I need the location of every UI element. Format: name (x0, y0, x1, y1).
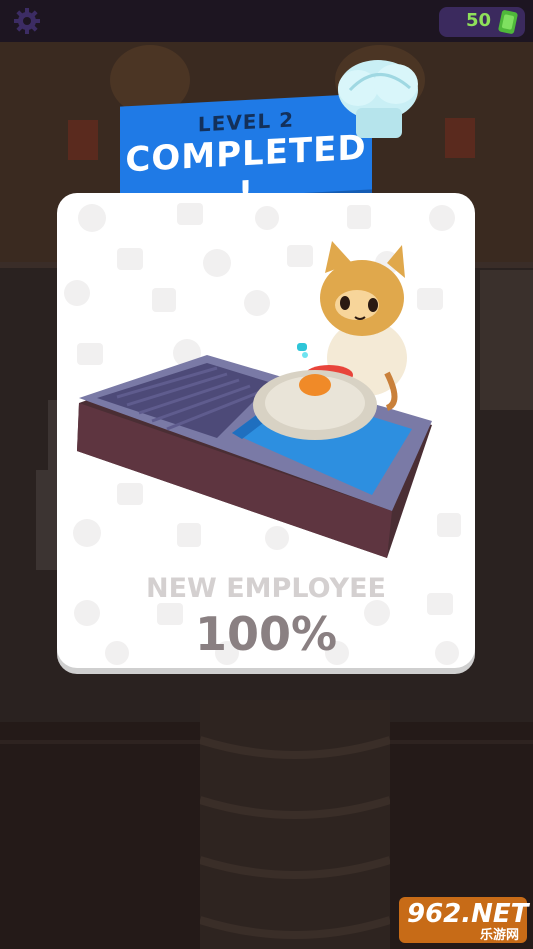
chef-hat-icon (338, 60, 418, 138)
floor-decoration (200, 700, 390, 949)
site-watermark: 962.NET 乐游网 (399, 897, 528, 943)
reward-card: NEW EMPLOYEE 100% (57, 193, 475, 668)
top-bar: 50 (0, 0, 533, 42)
employee-illustration (77, 241, 432, 558)
currency-value: 50 (465, 10, 491, 31)
employee-progress-percent: 100% (194, 607, 338, 661)
new-employee-label: NEW EMPLOYEE (146, 573, 386, 604)
currency-counter: 50 (439, 7, 525, 37)
cash-icon (498, 10, 518, 34)
watermark-sub: 乐游网 (479, 928, 519, 943)
gear-icon[interactable] (12, 6, 42, 36)
